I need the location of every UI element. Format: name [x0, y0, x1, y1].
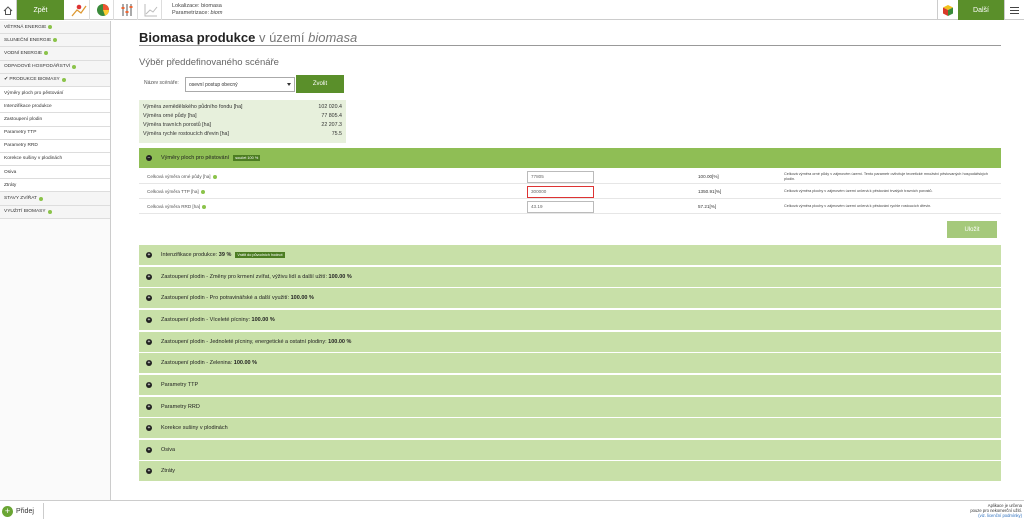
line-chart-button[interactable] [140, 0, 162, 20]
status-dot [53, 38, 58, 43]
pie-chart-icon [96, 4, 109, 16]
sidebar-item-water-energy[interactable]: VODNÍ ENERGIE [0, 47, 110, 61]
expand-icon[interactable]: + [146, 382, 152, 388]
section-losses[interactable]: + Ztráty [139, 461, 1001, 481]
cube-icon [942, 4, 953, 16]
param-row-arable: Celková výměra orné půdy [ha] 77805 100.… [139, 170, 1001, 184]
home-icon [3, 5, 13, 15]
reset-badge[interactable]: Vrátit do původních hodnot [235, 252, 285, 258]
app-license-note: Aplikace je určena pouze pro nekomerční … [970, 503, 1022, 518]
expand-icon[interactable]: + [146, 339, 152, 345]
sum-badge: součet 100 % [233, 155, 261, 161]
info-icon[interactable] [200, 189, 205, 194]
stat-row: Výměra travních porostů [ha] 22 207.3 [143, 122, 342, 128]
sliders-icon [121, 4, 132, 16]
sidebar-item-rrd-params[interactable]: Parametry RRD [0, 139, 110, 153]
status-dot [44, 51, 49, 56]
status-dot [47, 209, 52, 214]
status-dot [38, 196, 43, 201]
section-intensification[interactable]: + Intenzifikace produkce: 39 % Vrátit do… [139, 245, 1001, 265]
expand-icon[interactable]: + [146, 360, 152, 366]
pie-chart-button[interactable] [92, 0, 114, 20]
chevron-down-icon [287, 83, 291, 86]
plus-icon: + [2, 505, 13, 517]
title-divider [139, 45, 1001, 46]
bottom-bar: + Přidej Aplikace je určena pouze pro ne… [0, 500, 1024, 520]
back-button[interactable]: Zpět [17, 0, 64, 20]
section-seeds[interactable]: + Osiva [139, 440, 1001, 460]
page-title: Biomasa produkce v území biomasa [139, 30, 358, 45]
param-row-ttp: Celková výměra TTP [ha] 300000 1350.91[%… [139, 185, 1001, 199]
expand-icon[interactable]: + [146, 404, 152, 410]
arable-area-input[interactable]: 77805 [527, 170, 594, 183]
section-crop-vegetables[interactable]: + Zastoupení plodin - Zelenina: 100.00 % [139, 353, 1001, 373]
status-dot [72, 64, 77, 69]
map-tool-button[interactable] [68, 0, 90, 20]
sidebar-item-wind-energy[interactable]: VĚTRNÁ ENERGIE [0, 21, 110, 35]
expand-icon[interactable]: + [146, 425, 152, 431]
info-icon[interactable] [212, 174, 217, 179]
sidebar-item-intensification[interactable]: Intenzifikace produkce [0, 100, 110, 114]
save-button[interactable]: Uložit [947, 221, 997, 238]
ttp-area-input[interactable]: 300000 [527, 185, 594, 198]
hamburger-menu-button[interactable] [1004, 0, 1024, 20]
expand-icon[interactable]: + [146, 447, 152, 453]
stat-row: Výměra zemědělského půdního fondu [ha] 10… [143, 104, 342, 110]
scenario-label: Název scénáře: [144, 80, 179, 86]
sidebar-item-dry-matter[interactable]: Korekce sušiny v plodinách [0, 152, 110, 167]
scenario-heading: Výběr předdefinovaného scénáře [139, 57, 279, 68]
section-dry-matter[interactable]: + Korekce sušiny v plodinách [139, 418, 1001, 438]
line-chart-icon [144, 4, 157, 17]
add-button[interactable]: + Přidej [2, 503, 44, 519]
localization-info: Lokalizace: biomasa Parametrizace: biom [172, 3, 223, 16]
expand-icon[interactable]: + [146, 317, 152, 323]
section-crop-feed[interactable]: + Zastoupení plodin - Změny pro krmení z… [139, 267, 1001, 287]
expand-icon[interactable]: + [146, 468, 152, 474]
expand-icon[interactable]: + [146, 295, 152, 301]
sliders-button[interactable] [116, 0, 138, 20]
top-toolbar: Zpět Lokalizace: biomasa Parametrizace: … [0, 0, 1024, 20]
section-cultivation-areas[interactable]: − Výměry ploch pro pěstování součet 100 … [139, 148, 1001, 168]
sidebar-item-cultivation-areas[interactable]: Výměry ploch pro pěstování [0, 86, 110, 101]
hamburger-icon [1010, 6, 1019, 14]
sidebar-item-biomass-use[interactable]: VYUŽITÍ BIOMASY [0, 205, 110, 219]
sidebar-item-ttp-params[interactable]: Parametry TTP [0, 126, 110, 140]
scenario-select[interactable]: osevní postup obecný [185, 77, 295, 92]
status-dot [61, 77, 66, 82]
section-ttp-params[interactable]: + Parametry TTP [139, 375, 1001, 395]
section-rrd-params[interactable]: + Parametry RRD [139, 397, 1001, 417]
param-row-rrd: Celková výměra RRD [ha] 43.19 57.21[%] C… [139, 200, 1001, 214]
collapse-icon[interactable]: − [146, 155, 152, 161]
sidebar: VĚTRNÁ ENERGIE SLUNEČNÍ ENERGIE VODNÍ EN… [0, 21, 111, 500]
cube-button[interactable] [937, 0, 957, 20]
section-crop-annual[interactable]: + Zastoupení plodin - Jednoleté pícniny,… [139, 332, 1001, 352]
rrd-area-input[interactable]: 43.19 [527, 200, 594, 213]
map-route-icon [71, 4, 87, 17]
stat-row: Výměra orné půdy [ha] 77 805.4 [143, 113, 342, 119]
status-dot [48, 25, 53, 30]
next-button[interactable]: Další [958, 0, 1004, 20]
section-crop-food[interactable]: + Zastoupení plodin - Pro potravinářské … [139, 288, 1001, 308]
info-icon[interactable] [202, 204, 207, 209]
license-link[interactable]: (viz. licenční podmínky) [970, 513, 1022, 518]
sidebar-item-crop-share[interactable]: Zastoupení plodin [0, 113, 110, 127]
sidebar-item-biomass-production[interactable]: ✔ PRODUKCE BIOMASY [0, 73, 110, 87]
area-stats-box: Výměra zemědělského půdního fondu [ha] 10… [139, 100, 346, 143]
sidebar-item-livestock[interactable]: STAVY ZVÍŘAT [0, 192, 110, 206]
sidebar-item-losses[interactable]: Ztráty [0, 179, 110, 193]
expand-icon[interactable]: + [146, 274, 152, 280]
sidebar-item-solar-energy[interactable]: SLUNEČNÍ ENERGIE [0, 34, 110, 48]
sidebar-item-waste-management[interactable]: ODPADOVÉ HOSPODÁŘSTVÍ [0, 60, 110, 74]
choose-button[interactable]: Zvolit [296, 75, 344, 93]
section-crop-perennial[interactable]: + Zastoupení plodin - Víceleté pícniny: … [139, 310, 1001, 330]
sidebar-item-seeds[interactable]: Osiva [0, 166, 110, 180]
stat-row: Výměra rychle rostoucích dřevin [ha] 75.5 [143, 131, 342, 137]
expand-icon[interactable]: + [146, 252, 152, 258]
home-button[interactable] [0, 0, 17, 20]
